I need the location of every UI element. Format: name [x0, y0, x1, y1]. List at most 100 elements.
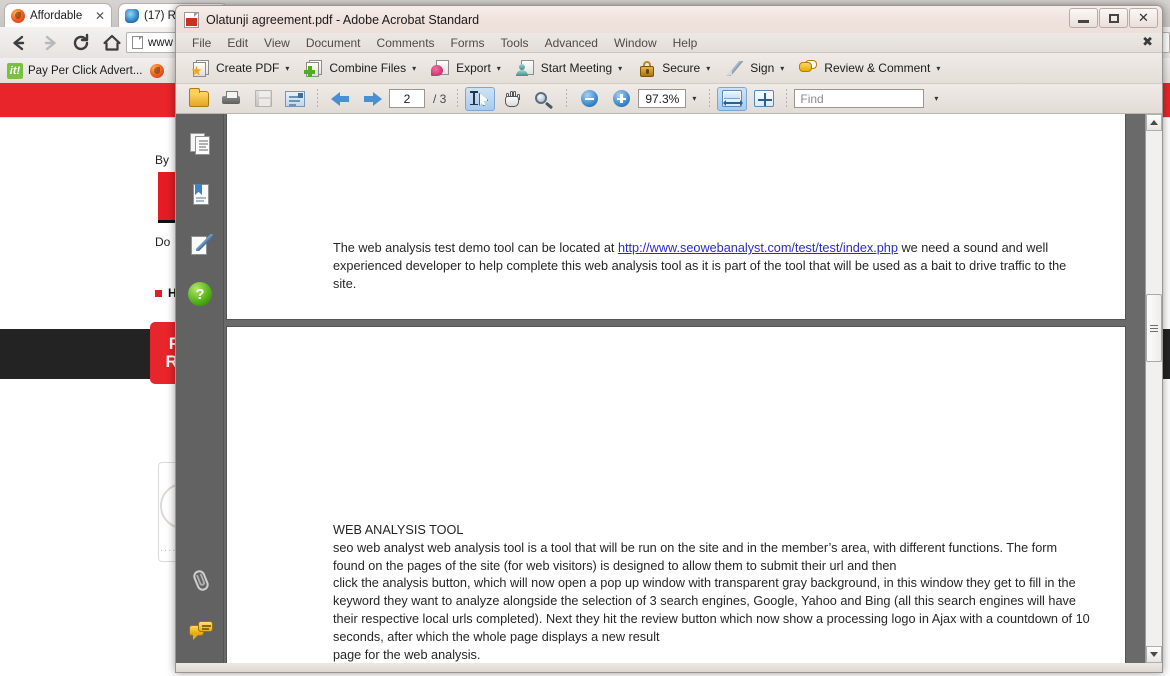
- page-document-icon: [132, 36, 143, 49]
- next-page-button[interactable]: [357, 87, 387, 111]
- email-button[interactable]: [280, 87, 310, 111]
- bookmark-label: Pay Per Click Advert...: [28, 64, 143, 77]
- acrobat-main-toolbar: Create PDF ▾ Combine Files ▾ Export ▾ St…: [176, 53, 1162, 84]
- page-count-label: / 3: [433, 91, 447, 106]
- find-input[interactable]: Find: [794, 89, 925, 108]
- fit-width-button[interactable]: [717, 86, 748, 111]
- previous-page-arrow-icon: [330, 91, 350, 107]
- bookmarks-panel-button[interactable]: [188, 182, 214, 208]
- maximize-button[interactable]: [1099, 8, 1128, 28]
- page-2-paragraph-2: click the analysis button, which will no…: [333, 576, 1090, 644]
- pdf-hyperlink[interactable]: http://www.seowebanalyst.com/test/test/i…: [618, 241, 898, 255]
- pdf-file-icon: [184, 11, 199, 28]
- toolbar-separator: [317, 89, 318, 108]
- sign-label: Sign: [750, 61, 775, 75]
- menu-advanced[interactable]: Advanced: [537, 36, 606, 50]
- help-panel-button[interactable]: ?: [188, 282, 214, 308]
- attachments-panel-button[interactable]: [188, 568, 214, 594]
- home-icon[interactable]: [101, 32, 123, 54]
- select-tool-icon: [470, 90, 490, 107]
- acrobat-title-bar[interactable]: Olatunji agreement.pdf - Adobe Acrobat S…: [176, 6, 1162, 33]
- address-bar-value: www: [148, 36, 173, 49]
- print-button[interactable]: [216, 87, 246, 111]
- menu-comments[interactable]: Comments: [369, 36, 443, 50]
- zoom-chevron-down-icon[interactable]: ▾: [692, 94, 696, 103]
- fit-page-button[interactable]: [749, 87, 779, 111]
- secure-button[interactable]: Secure ▾: [631, 58, 716, 79]
- scrollbar-thumb[interactable]: [1146, 294, 1162, 362]
- select-tool-button[interactable]: [465, 86, 496, 111]
- forward-arrow-icon: [39, 32, 61, 54]
- fit-width-icon: [722, 90, 744, 107]
- chevron-down-icon: ▾: [412, 63, 417, 73]
- close-button[interactable]: ✕: [1129, 8, 1158, 28]
- open-folder-icon: [189, 87, 209, 107]
- menu-window[interactable]: Window: [606, 36, 665, 50]
- create-pdf-button[interactable]: Create PDF ▾: [185, 58, 295, 79]
- zoom-out-icon: [580, 90, 598, 107]
- minimize-button[interactable]: [1069, 8, 1098, 28]
- menu-view[interactable]: View: [256, 36, 298, 50]
- pdf-pages-viewport[interactable]: The web analysis test demo tool can be l…: [225, 114, 1145, 663]
- close-document-icon[interactable]: ✖: [1142, 36, 1153, 49]
- close-icon: ✕: [1138, 10, 1149, 26]
- next-page-arrow-icon: [363, 91, 382, 107]
- review-comment-label: Review & Comment: [824, 61, 931, 75]
- page-1-paragraph: The web analysis test demo tool can be l…: [333, 240, 1091, 293]
- secure-lock-icon: [637, 60, 657, 77]
- marquee-zoom-button[interactable]: [529, 87, 559, 111]
- menu-forms[interactable]: Forms: [443, 36, 493, 50]
- scrollbar-grip-icon: [1150, 323, 1158, 334]
- fit-page-icon: [754, 90, 775, 107]
- combine-files-button[interactable]: Combine Files ▾: [298, 58, 422, 79]
- open-file-button[interactable]: [184, 87, 214, 111]
- chevron-down-icon: ▾: [496, 63, 501, 73]
- menu-document[interactable]: Document: [298, 36, 369, 50]
- firefox-icon: [11, 8, 25, 23]
- hand-tool-button[interactable]: [497, 87, 527, 111]
- browser-tab-1-label: Affordable: [30, 9, 83, 22]
- chevron-up-icon: [1150, 120, 1158, 125]
- save-icon: [254, 90, 272, 107]
- zoom-in-icon: [612, 90, 630, 107]
- create-pdf-icon: [191, 59, 211, 77]
- signatures-panel-button[interactable]: [188, 232, 214, 258]
- close-icon[interactable]: ✕: [95, 9, 105, 23]
- zoom-in-button[interactable]: [606, 87, 636, 111]
- page-2-text-block: WEB ANALYSIS TOOL seo web analyst web an…: [333, 522, 1091, 663]
- toolbar-separator: [709, 89, 711, 108]
- acrobat-status-bar: [176, 663, 1162, 672]
- menu-edit[interactable]: Edit: [219, 36, 256, 50]
- page-2-heading: WEB ANALYSIS TOOL: [333, 523, 464, 537]
- bookmark-pay-per-click[interactable]: it! Pay Per Click Advert...: [7, 62, 143, 79]
- zoom-out-button[interactable]: [574, 87, 604, 111]
- print-icon: [221, 90, 241, 107]
- previous-page-button[interactable]: [325, 87, 355, 111]
- browser-tab-1[interactable]: Affordable ✕: [4, 3, 112, 27]
- menu-tools[interactable]: Tools: [493, 36, 537, 50]
- back-arrow-icon[interactable]: [8, 32, 30, 54]
- start-meeting-button[interactable]: Start Meeting ▾: [510, 58, 628, 79]
- chevron-down-icon: ▾: [936, 63, 941, 73]
- page-do-label: Do: [155, 235, 171, 249]
- menu-file[interactable]: File: [184, 36, 219, 50]
- navigation-pane-rail: ?: [176, 114, 224, 663]
- reload-icon[interactable]: [70, 32, 92, 54]
- scroll-down-button[interactable]: [1146, 646, 1162, 663]
- export-button[interactable]: Export ▾: [425, 58, 507, 79]
- pages-panel-button[interactable]: [188, 132, 214, 158]
- review-comment-button[interactable]: Review & Comment ▾: [793, 58, 946, 79]
- find-chevron-down-icon[interactable]: ▾: [934, 94, 938, 103]
- email-icon: [285, 90, 305, 107]
- page-1-text-block: The web analysis test demo tool can be l…: [333, 240, 1091, 293]
- menu-help[interactable]: Help: [665, 36, 706, 50]
- toolbar-separator: [566, 89, 568, 108]
- comments-panel-button[interactable]: [188, 618, 214, 644]
- current-page-input[interactable]: 2: [389, 89, 425, 108]
- zoom-level-input[interactable]: 97.3%: [638, 89, 687, 108]
- sign-button[interactable]: Sign ▾: [719, 58, 790, 79]
- vertical-scrollbar[interactable]: [1145, 114, 1162, 663]
- secure-label: Secure: [662, 61, 701, 75]
- save-button[interactable]: [248, 87, 278, 111]
- scroll-up-button[interactable]: [1146, 114, 1162, 131]
